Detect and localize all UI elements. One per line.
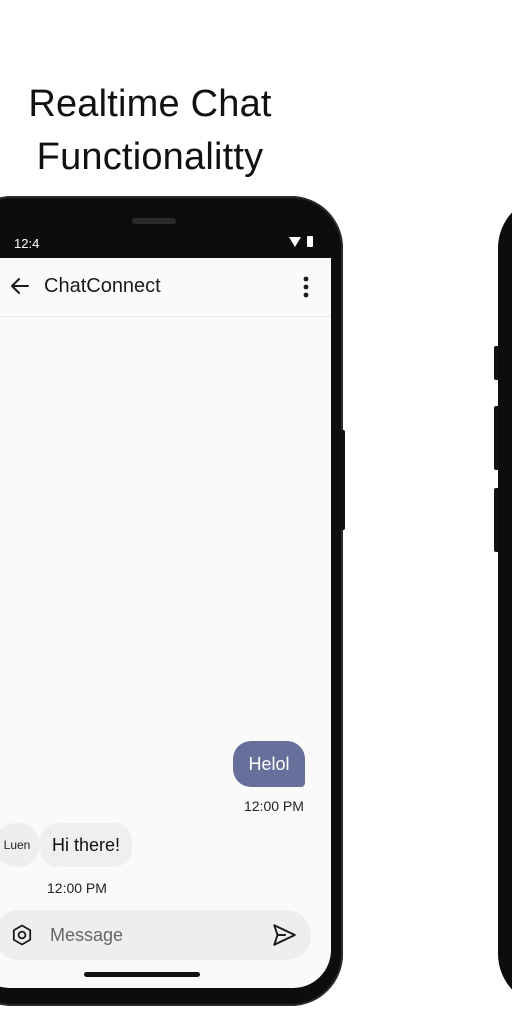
page: Realtime Chat Functionalitty 12:4 ChatCo… xyxy=(0,0,512,1024)
phone-speaker xyxy=(132,218,176,224)
home-indicator[interactable] xyxy=(84,972,200,977)
status-icons xyxy=(289,236,313,247)
send-icon[interactable] xyxy=(271,922,297,948)
phone-screen: 12:4 ChatConnect Helol 12:00 PM Luen Hi … xyxy=(0,228,331,988)
phone-side-button xyxy=(341,430,345,530)
outgoing-message-bubble[interactable]: Helol xyxy=(233,741,305,787)
second-phone-button-3 xyxy=(494,488,498,552)
avatar[interactable]: Luen xyxy=(0,823,40,867)
more-vert-icon[interactable] xyxy=(303,276,309,298)
gear-icon[interactable] xyxy=(10,923,34,947)
arrow-left-icon[interactable] xyxy=(8,274,32,298)
app-title: ChatConnect xyxy=(44,275,161,297)
incoming-message-bubble[interactable]: Hi there! xyxy=(40,823,132,867)
incoming-message-time: 12:00 PM xyxy=(47,880,107,896)
battery-icon xyxy=(307,236,313,247)
second-phone-button-1 xyxy=(494,346,498,380)
second-phone-frame xyxy=(498,196,512,1006)
headline-line-2: Functionalitty xyxy=(36,136,264,178)
phone-frame: 12:4 ChatConnect Helol 12:00 PM Luen Hi … xyxy=(0,196,343,1006)
message-composer xyxy=(0,910,311,960)
status-bar: 12:4 xyxy=(0,228,331,258)
status-time: 12:4 xyxy=(14,236,40,251)
wifi-icon xyxy=(289,236,301,247)
second-phone-button-2 xyxy=(494,406,498,470)
message-input[interactable] xyxy=(50,920,250,950)
headline-line-1: Realtime Chat xyxy=(28,83,272,125)
app-bar: ChatConnect xyxy=(0,258,331,317)
headline: Realtime Chat Functionalitty xyxy=(0,78,300,184)
outgoing-message-time: 12:00 PM xyxy=(244,798,304,814)
message-list[interactable]: Helol 12:00 PM Luen Hi there! 12:00 PM xyxy=(0,317,331,907)
